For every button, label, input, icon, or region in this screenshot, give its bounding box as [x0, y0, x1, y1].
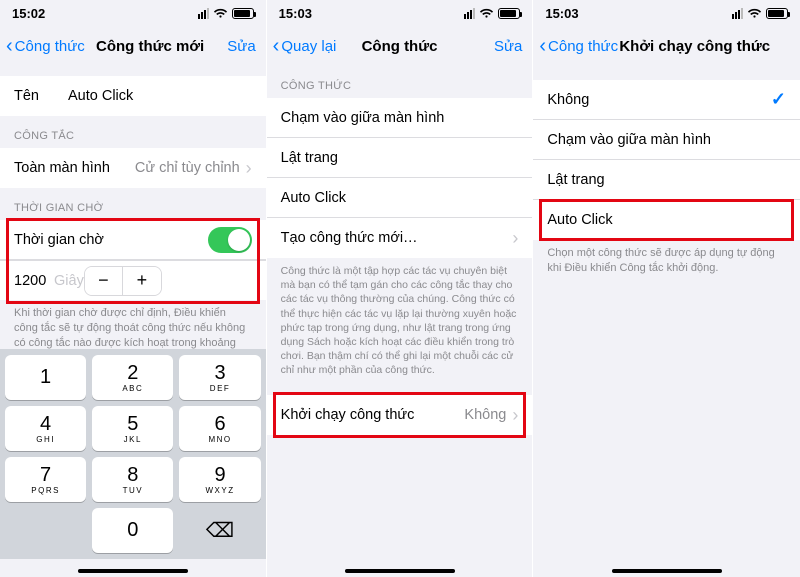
option-item[interactable]: Lật trang [533, 160, 800, 200]
chevron-left-icon: ‹ [273, 36, 280, 56]
key-8[interactable]: 8TUV [92, 457, 173, 502]
recipe-item[interactable]: Auto Click [267, 178, 533, 218]
seconds-input[interactable] [14, 273, 54, 289]
wifi-icon [213, 8, 228, 19]
status-bar: 15:03 [267, 0, 533, 26]
wait-toggle[interactable] [208, 227, 252, 253]
options-note: Chọn một công thức sẽ được áp dụng tự độ… [533, 240, 800, 282]
option-item[interactable]: Chạm vào giữa màn hình [533, 120, 800, 160]
home-indicator[interactable] [612, 569, 722, 573]
page-title: Khởi chạy công thức [619, 38, 770, 55]
chevron-right-icon: › [512, 228, 518, 249]
phone-2: 15:03 ‹Quay lại Công thức Sửa CÔNG THỨC … [267, 0, 534, 577]
clock: 15:03 [545, 6, 578, 21]
home-indicator[interactable] [345, 569, 455, 573]
create-recipe-item[interactable]: Tạo công thức mới…› [267, 218, 533, 258]
key-5[interactable]: 5JKL [92, 406, 173, 451]
key-7[interactable]: 7PQRS [5, 457, 86, 502]
key-0[interactable]: 0 [92, 508, 173, 553]
status-bar: 15:03 [533, 0, 800, 26]
recipe-item[interactable]: Lật trang [267, 138, 533, 178]
section-switch: CÔNG TẮC [0, 116, 266, 148]
phone-1: 15:02 ‹Công thức Công thức mới Sửa Tên C… [0, 0, 267, 577]
checkmark-icon: ✓ [771, 89, 786, 110]
key-3[interactable]: 3DEF [179, 355, 260, 400]
phone-3: 15:03 ‹Công thức Khởi chạy công thức Khô… [533, 0, 800, 577]
cellular-icon [198, 8, 209, 19]
recipes-note: Công thức là một tập hợp các tác vụ chuy… [267, 258, 533, 383]
page-title: Công thức mới [96, 38, 204, 55]
edit-button[interactable]: Sửa [494, 38, 522, 55]
chevron-left-icon: ‹ [6, 36, 13, 56]
seconds-row: Giây − + [0, 260, 266, 300]
back-button[interactable]: ‹Công thức [539, 36, 618, 56]
body: Tên CÔNG TẮC Toàn màn hình Cử chỉ tùy ch… [0, 66, 266, 577]
section-recipes: CÔNG THỨC [267, 66, 533, 98]
chevron-left-icon: ‹ [539, 36, 546, 56]
backspace-icon: ⌫ [206, 518, 234, 543]
status-bar: 15:02 [0, 0, 266, 26]
stepper-plus-button[interactable]: + [123, 267, 161, 295]
wifi-icon [479, 8, 494, 19]
battery-icon [498, 8, 520, 19]
edit-button[interactable]: Sửa [227, 38, 255, 55]
key-4[interactable]: 4GHI [5, 406, 86, 451]
key-blank [5, 508, 86, 553]
body: CÔNG THỨC Chạm vào giữa màn hình Lật tra… [267, 66, 533, 577]
back-button[interactable]: ‹Quay lại [273, 36, 337, 56]
chevron-right-icon: › [246, 158, 252, 179]
numeric-keypad: 1 2ABC 3DEF 4GHI 5JKL 6MNO 7PQRS 8TUV 9W… [0, 349, 266, 559]
section-wait: THỜI GIAN CHỜ [0, 188, 266, 220]
nav-bar: ‹Công thức Công thức mới Sửa [0, 26, 266, 66]
option-item-none[interactable]: Không ✓ [533, 80, 800, 120]
chevron-right-icon: › [512, 405, 518, 426]
key-6[interactable]: 6MNO [179, 406, 260, 451]
nav-bar: ‹Quay lại Công thức Sửa [267, 26, 533, 66]
wait-toggle-cell[interactable]: Thời gian chờ [0, 220, 266, 260]
option-item-autoclick[interactable]: Auto Click [533, 200, 800, 240]
recipe-name-input[interactable] [68, 88, 255, 104]
seconds-stepper: − + [84, 266, 162, 296]
home-indicator[interactable] [78, 569, 188, 573]
seconds-unit: Giây [54, 273, 84, 289]
status-right [198, 8, 254, 19]
battery-icon [232, 8, 254, 19]
clock: 15:03 [279, 6, 312, 21]
recipe-item[interactable]: Chạm vào giữa màn hình [267, 98, 533, 138]
wifi-icon [747, 8, 762, 19]
switch-fullscreen-cell[interactable]: Toàn màn hình Cử chỉ tùy chỉnh › [0, 148, 266, 188]
stepper-minus-button[interactable]: − [85, 267, 123, 295]
cellular-icon [732, 8, 743, 19]
name-label: Tên [14, 88, 68, 104]
cellular-icon [464, 8, 475, 19]
nav-bar: ‹Công thức Khởi chạy công thức [533, 26, 800, 66]
key-backspace[interactable]: ⌫ [179, 508, 260, 553]
key-9[interactable]: 9WXYZ [179, 457, 260, 502]
key-2[interactable]: 2ABC [92, 355, 173, 400]
clock: 15:02 [12, 6, 45, 21]
name-cell[interactable]: Tên [0, 76, 266, 116]
back-button[interactable]: ‹Công thức [6, 36, 85, 56]
battery-icon [766, 8, 788, 19]
launch-recipe-cell[interactable]: Khởi chạy công thức Không › [267, 395, 533, 435]
body: Không ✓ Chạm vào giữa màn hình Lật trang… [533, 66, 800, 577]
key-1[interactable]: 1 [5, 355, 86, 400]
